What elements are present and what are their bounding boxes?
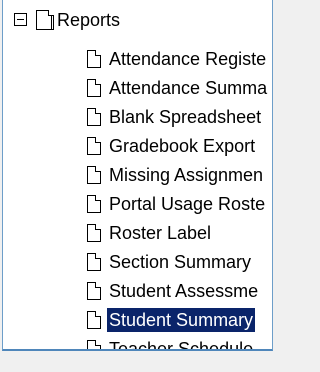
document-icon bbox=[87, 311, 101, 329]
tree-node-reports[interactable]: Reports bbox=[3, 6, 272, 34]
tree-item-report[interactable]: Portal Usage Roste bbox=[3, 190, 272, 218]
tree-item-label: Portal Usage Roste bbox=[109, 194, 266, 214]
tree-item-label: Roster Label bbox=[109, 223, 212, 243]
reports-tree-panel: Reports Attendance Registe Attendance Sum… bbox=[2, 0, 273, 351]
tree-item-label: Student Summary bbox=[107, 308, 256, 332]
document-icon bbox=[87, 195, 101, 213]
tree-item-report[interactable]: Attendance Registe bbox=[3, 45, 272, 73]
tree-item-label: Student Assessme bbox=[109, 281, 259, 301]
document-icon bbox=[87, 137, 101, 155]
document-icon bbox=[87, 224, 101, 242]
tree-item-label: Teacher Schedule bbox=[109, 339, 254, 351]
document-icon bbox=[87, 50, 101, 68]
document-icon bbox=[87, 108, 101, 126]
document-stack-icon bbox=[36, 10, 54, 30]
tree-item-report[interactable]: Blank Spreadsheet bbox=[3, 103, 272, 131]
document-icon bbox=[87, 282, 101, 300]
tree-item-label: Section Summary bbox=[109, 252, 252, 272]
document-icon bbox=[87, 166, 101, 184]
tree-item-label: Gradebook Export bbox=[109, 136, 256, 156]
tree-item-report[interactable]: Teacher Schedule bbox=[3, 335, 272, 351]
tree-item-label: Missing Assignmen bbox=[109, 165, 264, 185]
tree-item-report[interactable]: Attendance Summa bbox=[3, 74, 272, 102]
tree-item-label: Blank Spreadsheet bbox=[109, 107, 262, 127]
tree-item-label: Attendance Summa bbox=[109, 78, 268, 98]
document-icon bbox=[87, 253, 101, 271]
document-icon bbox=[87, 340, 101, 349]
tree-item-report[interactable]: Roster Label bbox=[3, 219, 272, 247]
tree-item-report[interactable]: Section Summary bbox=[3, 248, 272, 276]
tree-item-report[interactable]: Gradebook Export bbox=[3, 132, 272, 160]
collapse-minus-icon[interactable] bbox=[14, 13, 27, 26]
tree-item-label: Attendance Registe bbox=[109, 49, 267, 69]
tree-item-report[interactable]: Student Assessme bbox=[3, 277, 272, 305]
tree-node-label: Reports bbox=[57, 10, 121, 30]
tree-item-report[interactable]: Missing Assignmen bbox=[3, 161, 272, 189]
document-icon bbox=[87, 79, 101, 97]
tree-item-report[interactable]: Student Summary bbox=[3, 306, 272, 334]
